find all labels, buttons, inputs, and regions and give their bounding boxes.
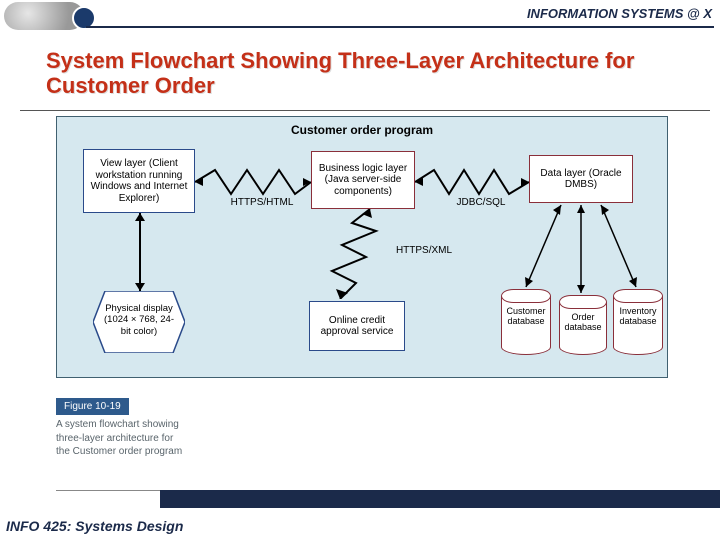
figure-number-badge: Figure 10-19 bbox=[56, 398, 129, 415]
node-credit-service: Online credit approval service bbox=[309, 301, 405, 351]
footer-decoration bbox=[150, 490, 720, 508]
figure-caption: A system flowchart showing three-layer a… bbox=[56, 418, 186, 459]
connector-https-html bbox=[195, 167, 311, 197]
node-data-text: Data layer (Oracle DMBS) bbox=[534, 168, 628, 191]
node-credit-text: Online credit approval service bbox=[314, 315, 400, 338]
arrowhead-down-icon bbox=[135, 283, 145, 291]
slide-title: System Flowchart Showing Three-Layer Arc… bbox=[46, 48, 720, 99]
header-brand: INFORMATION SYSTEMS @ X bbox=[527, 6, 712, 21]
label-https-xml: HTTPS/XML bbox=[389, 245, 459, 256]
node-display-text: Physical display (1024 × 768, 24-bit col… bbox=[103, 303, 175, 337]
flowchart-title: Customer order program bbox=[57, 123, 667, 137]
node-physical-display: Physical display (1024 × 768, 24-bit col… bbox=[93, 291, 185, 353]
db-order: Order database bbox=[559, 295, 607, 355]
connector-data-dbs bbox=[501, 203, 661, 295]
node-business-text: Business logic layer (Java server-side c… bbox=[316, 163, 410, 198]
connector-jdbc-sql bbox=[415, 167, 529, 197]
logo-graphic bbox=[4, 2, 84, 30]
db-order-label: Order database bbox=[561, 313, 605, 333]
connector-https-xml bbox=[322, 209, 392, 299]
connector-view-display bbox=[139, 213, 141, 291]
arrowhead-up-icon bbox=[135, 213, 145, 221]
db-inventory-label: Inventory database bbox=[615, 307, 661, 327]
node-view-layer: View layer (Client workstation running W… bbox=[83, 149, 195, 213]
node-view-text: View layer (Client workstation running W… bbox=[88, 158, 190, 204]
label-https-html: HTTPS/HTML bbox=[227, 197, 297, 208]
node-data-layer: Data layer (Oracle DMBS) bbox=[529, 155, 633, 203]
db-customer: Customer database bbox=[501, 289, 551, 355]
node-business-layer: Business logic layer (Java server-side c… bbox=[311, 151, 415, 209]
db-customer-label: Customer database bbox=[503, 307, 549, 327]
header: INFORMATION SYSTEMS @ X bbox=[0, 0, 720, 32]
slide: { "header": { "right": "INFORMATION SYST… bbox=[0, 0, 720, 540]
footer-course: INFO 425: Systems Design bbox=[6, 518, 183, 534]
flowchart-panel: Customer order program View layer (Clien… bbox=[56, 116, 668, 378]
title-rule bbox=[20, 110, 710, 111]
db-inventory: Inventory database bbox=[613, 289, 663, 355]
header-rule bbox=[86, 26, 714, 28]
